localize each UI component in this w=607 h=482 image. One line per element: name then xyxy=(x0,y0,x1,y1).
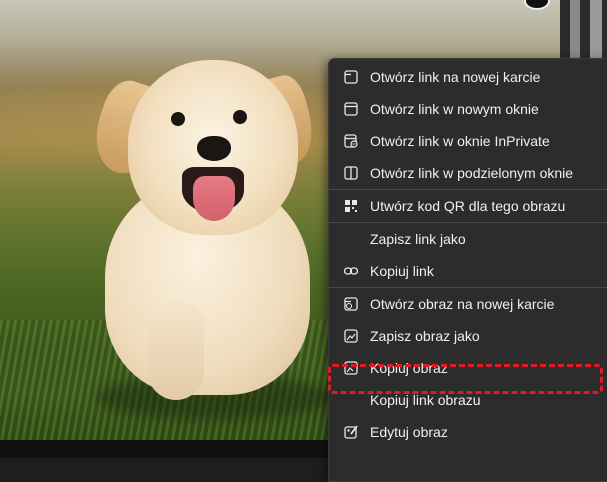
context-menu: Otwórz link na nowej karcie Otwórz link … xyxy=(328,58,607,482)
dog-eye-left xyxy=(171,112,185,126)
empty-icon-slot xyxy=(342,230,360,248)
menu-item-label: Otwórz link w nowym oknie xyxy=(370,101,539,117)
qr-code-icon xyxy=(342,197,360,215)
copy-image-icon xyxy=(342,359,360,377)
save-image-icon xyxy=(342,327,360,345)
new-tab-icon xyxy=(342,68,360,86)
dog-eye-right xyxy=(233,110,247,124)
menu-item-copy-image[interactable]: Kopiuj obraz xyxy=(329,352,607,384)
menu-item-create-qr-code[interactable]: Utwórz kod QR dla tego obrazu xyxy=(329,190,607,222)
menu-item-open-image-new-tab[interactable]: Otwórz obraz na nowej karcie xyxy=(329,288,607,320)
menu-item-edit-image[interactable]: Edytuj obraz xyxy=(329,416,607,448)
inprivate-window-icon xyxy=(342,132,360,150)
menu-item-label: Kopiuj link xyxy=(370,263,434,279)
menu-item-label: Utwórz kod QR dla tego obrazu xyxy=(370,198,566,214)
menu-item-label: Otwórz link w podzielonym oknie xyxy=(370,165,574,181)
menu-item-copy-link[interactable]: Kopiuj link xyxy=(329,255,607,287)
menu-item-label: Kopiuj link obrazu xyxy=(370,392,481,408)
menu-item-label: Kopiuj obraz xyxy=(370,360,448,376)
menu-item-label: Otwórz link na nowej karcie xyxy=(370,69,541,85)
menu-item-save-link-as[interactable]: Zapisz link jako xyxy=(329,223,607,255)
split-window-icon xyxy=(342,164,360,182)
scrollbar-track[interactable] xyxy=(570,0,580,58)
menu-item-open-link-inprivate[interactable]: Otwórz link w oknie InPrivate xyxy=(329,125,607,157)
menu-item-open-link-new-window[interactable]: Otwórz link w nowym oknie xyxy=(329,93,607,125)
empty-icon-slot xyxy=(342,391,360,409)
link-icon xyxy=(342,262,360,280)
new-window-icon xyxy=(342,100,360,118)
menu-item-label: Otwórz link w oknie InPrivate xyxy=(370,133,550,149)
dog-leg-left xyxy=(148,300,204,400)
menu-item-open-link-new-tab[interactable]: Otwórz link na nowej karcie xyxy=(329,61,607,93)
scrollbar-thumb[interactable] xyxy=(590,0,602,58)
dog-nose xyxy=(197,136,231,161)
menu-item-open-link-split-window[interactable]: Otwórz link w podzielonym oknie xyxy=(329,157,607,189)
dog-tongue xyxy=(193,176,235,221)
menu-item-save-image-as[interactable]: Zapisz obraz jako xyxy=(329,320,607,352)
menu-item-label: Otwórz obraz na nowej karcie xyxy=(370,296,555,312)
image-new-tab-icon xyxy=(342,295,360,313)
menu-item-label: Zapisz obraz jako xyxy=(370,328,480,344)
menu-item-copy-image-link[interactable]: Kopiuj link obrazu xyxy=(329,384,607,416)
menu-item-label: Zapisz link jako xyxy=(370,231,466,247)
menu-item-label: Edytuj obraz xyxy=(370,424,448,440)
edit-image-icon xyxy=(342,423,360,441)
